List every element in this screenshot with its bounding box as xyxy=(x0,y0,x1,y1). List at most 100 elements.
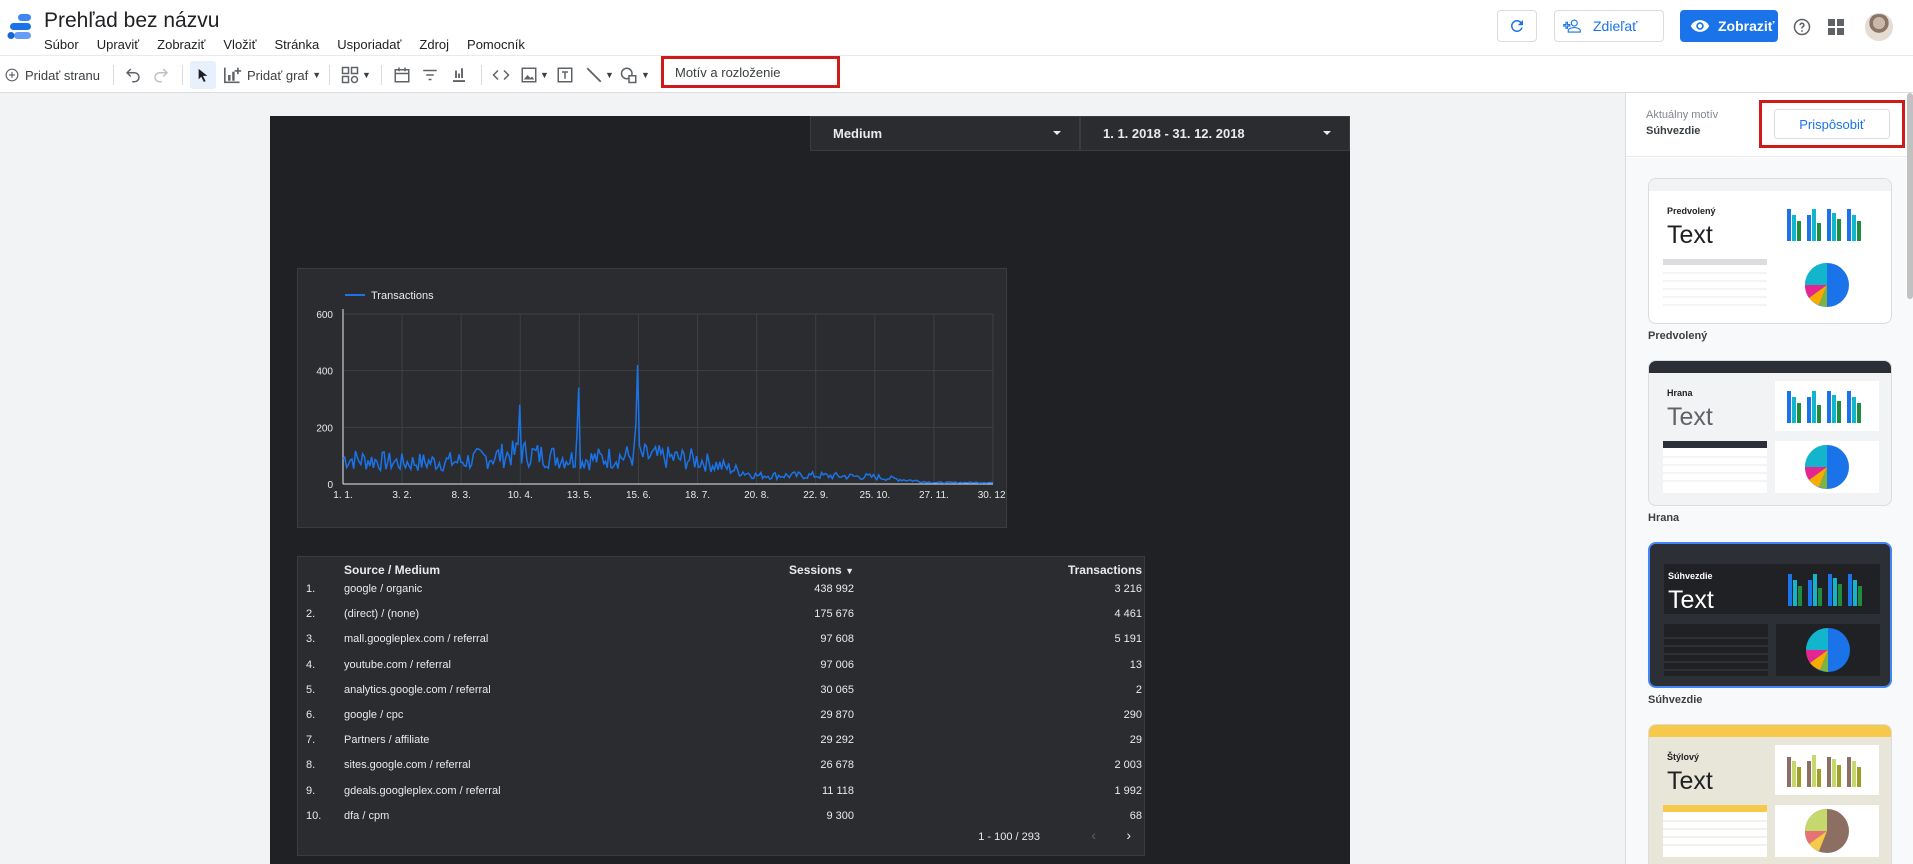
theme-preview-text: Štýlový Text xyxy=(1663,745,1775,795)
theme-card-constellation[interactable]: Súhvezdie Text xyxy=(1648,542,1892,688)
table-row[interactable]: 6. google / cpc 29 870 290 xyxy=(298,703,1146,728)
row-index: 5. xyxy=(306,683,316,696)
line-button[interactable]: ▼ xyxy=(585,56,614,94)
cell-transactions: 4 461 xyxy=(1114,608,1142,621)
menu-view[interactable]: Zobraziť xyxy=(157,37,214,52)
row-index: 4. xyxy=(306,658,316,671)
theme-card-header xyxy=(1650,544,1890,556)
data-control-button[interactable] xyxy=(450,56,468,94)
next-page-icon[interactable]: › xyxy=(1126,827,1131,843)
report-title[interactable]: Prehľad bez názvu xyxy=(44,9,219,33)
menu-file[interactable]: Súbor xyxy=(44,37,88,52)
theme-preview-table xyxy=(1663,441,1767,493)
table-row[interactable]: 2. (direct) / (none) 175 676 4 461 xyxy=(298,602,1146,627)
row-index: 8. xyxy=(306,759,316,772)
image-icon xyxy=(521,67,537,83)
theme-preview-bar-chart xyxy=(1775,381,1879,431)
help-icon[interactable] xyxy=(1793,18,1811,36)
data-table[interactable]: Source / Medium Sessions ▼ Transactions … xyxy=(297,556,1145,856)
x-tick-label: 3. 2. xyxy=(392,490,411,501)
x-tick-label: 18. 7. xyxy=(685,490,710,501)
menu-page[interactable]: Stránka xyxy=(274,37,328,52)
table-row[interactable]: 8. sites.google.com / referral 26 678 2 003 xyxy=(298,753,1146,778)
share-button[interactable]: Zdieľať ▾ xyxy=(1554,10,1664,42)
x-tick-label: 22. 9. xyxy=(803,490,828,501)
add-chart-button[interactable]: Pridať graf ▼ xyxy=(223,56,321,94)
x-tick-label: 25. 10. xyxy=(860,490,891,501)
y-tick-label: 600 xyxy=(316,310,333,321)
cell-source-medium: google / cpc xyxy=(344,709,404,721)
date-range-control-button[interactable] xyxy=(393,56,411,94)
chart-axes: 60040020001. 1. 3. 2. 8. 3. 10. 4. 13. 5. 15.… xyxy=(316,309,1008,501)
customize-button[interactable]: Prispôsobiť xyxy=(1774,109,1890,139)
apps-grid-icon[interactable] xyxy=(1828,19,1844,35)
theme-card-stylish[interactable]: Štýlový Text xyxy=(1648,724,1892,864)
panel-scrollbar[interactable] xyxy=(1907,93,1913,299)
table-row[interactable]: 1. google / organic 438 992 3 216 xyxy=(298,577,1146,602)
refresh-data-button[interactable] xyxy=(1497,10,1537,42)
theme-preview-text: Predvolený Text xyxy=(1663,199,1775,249)
text-button[interactable] xyxy=(556,56,574,94)
theme-preview-pie-chart xyxy=(1775,805,1879,857)
header-sessions[interactable]: Sessions ▼ xyxy=(789,563,854,577)
theme-preview-title: Štýlový xyxy=(1667,752,1700,762)
select-tool-button[interactable] xyxy=(190,61,216,89)
caret-down-icon: ▼ xyxy=(540,70,549,80)
theme-preview-text-sample: Text xyxy=(1667,221,1713,249)
previous-page-icon[interactable]: ‹ xyxy=(1091,827,1096,843)
filter-control-button[interactable] xyxy=(421,56,439,94)
menu-edit[interactable]: Upraviť xyxy=(97,37,148,52)
data-control-icon xyxy=(453,68,465,82)
menu-resource[interactable]: Zdroj xyxy=(419,37,458,52)
user-avatar[interactable] xyxy=(1865,13,1893,41)
redo-button[interactable] xyxy=(152,56,170,94)
toolbar-divider xyxy=(182,65,183,85)
undo-button[interactable] xyxy=(124,56,142,94)
view-mode-button[interactable]: Zobraziť xyxy=(1680,10,1778,42)
time-series-chart[interactable]: 600 400 200 0 1. 1. 3. 2. 8. 3. 10. 4. 13. 5. 15.… xyxy=(297,268,1008,528)
report-page[interactable]: Medium 1. 1. 2018 - 31. 12. 2018 600 400 2… xyxy=(270,116,1350,864)
table-row[interactable]: 9. gdeals.googleplex.com / referral 11 118… xyxy=(298,779,1146,804)
data-studio-logo-icon[interactable] xyxy=(6,12,34,42)
image-button[interactable]: ▼ xyxy=(520,56,549,94)
table-row[interactable]: 4. youtube.com / referral 97 006 13 xyxy=(298,653,1146,678)
shape-button[interactable]: ▼ xyxy=(619,56,650,94)
theme-and-layout-button[interactable]: Motív a rozloženie xyxy=(661,56,840,88)
pagination-label: 1 - 100 / 293 xyxy=(978,831,1040,843)
header-source-medium[interactable]: Source / Medium xyxy=(344,563,440,577)
table-row[interactable]: 10. dfa / cpm 9 300 68 xyxy=(298,804,1146,829)
view-label: Zobraziť xyxy=(1718,18,1775,34)
app-window: Prehľad bez názvu Súbor Upraviť Zobraziť… xyxy=(0,0,1913,864)
table-row[interactable]: 5. analytics.google.com / referral 30 065 2 xyxy=(298,678,1146,703)
theme-preview-table xyxy=(1663,259,1767,306)
toolbar-divider xyxy=(113,65,114,85)
cell-sessions: 26 678 xyxy=(820,759,854,772)
theme-name-default: Predvolený xyxy=(1648,330,1708,342)
chart-grid xyxy=(342,313,994,485)
cell-transactions: 13 xyxy=(1129,658,1142,671)
cell-source-medium: (direct) / (none) xyxy=(344,608,420,621)
menu-arrange[interactable]: Usporiadať xyxy=(337,37,410,52)
medium-filter-control[interactable]: Medium xyxy=(810,116,1080,151)
menu-bar: Súbor Upraviť Zobraziť Vložiť Stránka Us… xyxy=(44,37,543,52)
theme-card-edge[interactable]: Hrana Text xyxy=(1648,360,1892,506)
add-page-button[interactable]: Pridať stranu xyxy=(5,56,100,94)
add-control-button[interactable]: ▼ xyxy=(341,56,371,94)
cell-transactions: 1 992 xyxy=(1114,784,1142,797)
menu-help[interactable]: Pomocník xyxy=(467,37,534,52)
add-circle-icon xyxy=(5,68,19,82)
menu-insert[interactable]: Vložiť xyxy=(223,37,265,52)
cell-sessions: 97 608 xyxy=(820,633,854,646)
x-tick-label: 15. 6. xyxy=(626,490,651,501)
theme-card-default[interactable]: Predvolený Text xyxy=(1648,178,1892,324)
theme-name-edge: Hrana xyxy=(1648,512,1680,524)
date-range-control[interactable]: 1. 1. 2018 - 31. 12. 2018 xyxy=(1080,116,1350,151)
table-row[interactable]: 7. Partners / affiliate 29 292 29 xyxy=(298,728,1146,753)
embed-url-button[interactable] xyxy=(491,56,511,94)
table-row[interactable]: 3. mall.googleplex.com / referral 97 608 5 … xyxy=(298,627,1146,652)
toolbar-divider xyxy=(481,65,482,85)
header-transactions[interactable]: Transactions xyxy=(1068,563,1142,577)
caret-down-icon xyxy=(1053,131,1061,135)
cell-sessions: 29 870 xyxy=(820,709,854,721)
current-theme-label: Aktuálny motív xyxy=(1646,109,1719,121)
